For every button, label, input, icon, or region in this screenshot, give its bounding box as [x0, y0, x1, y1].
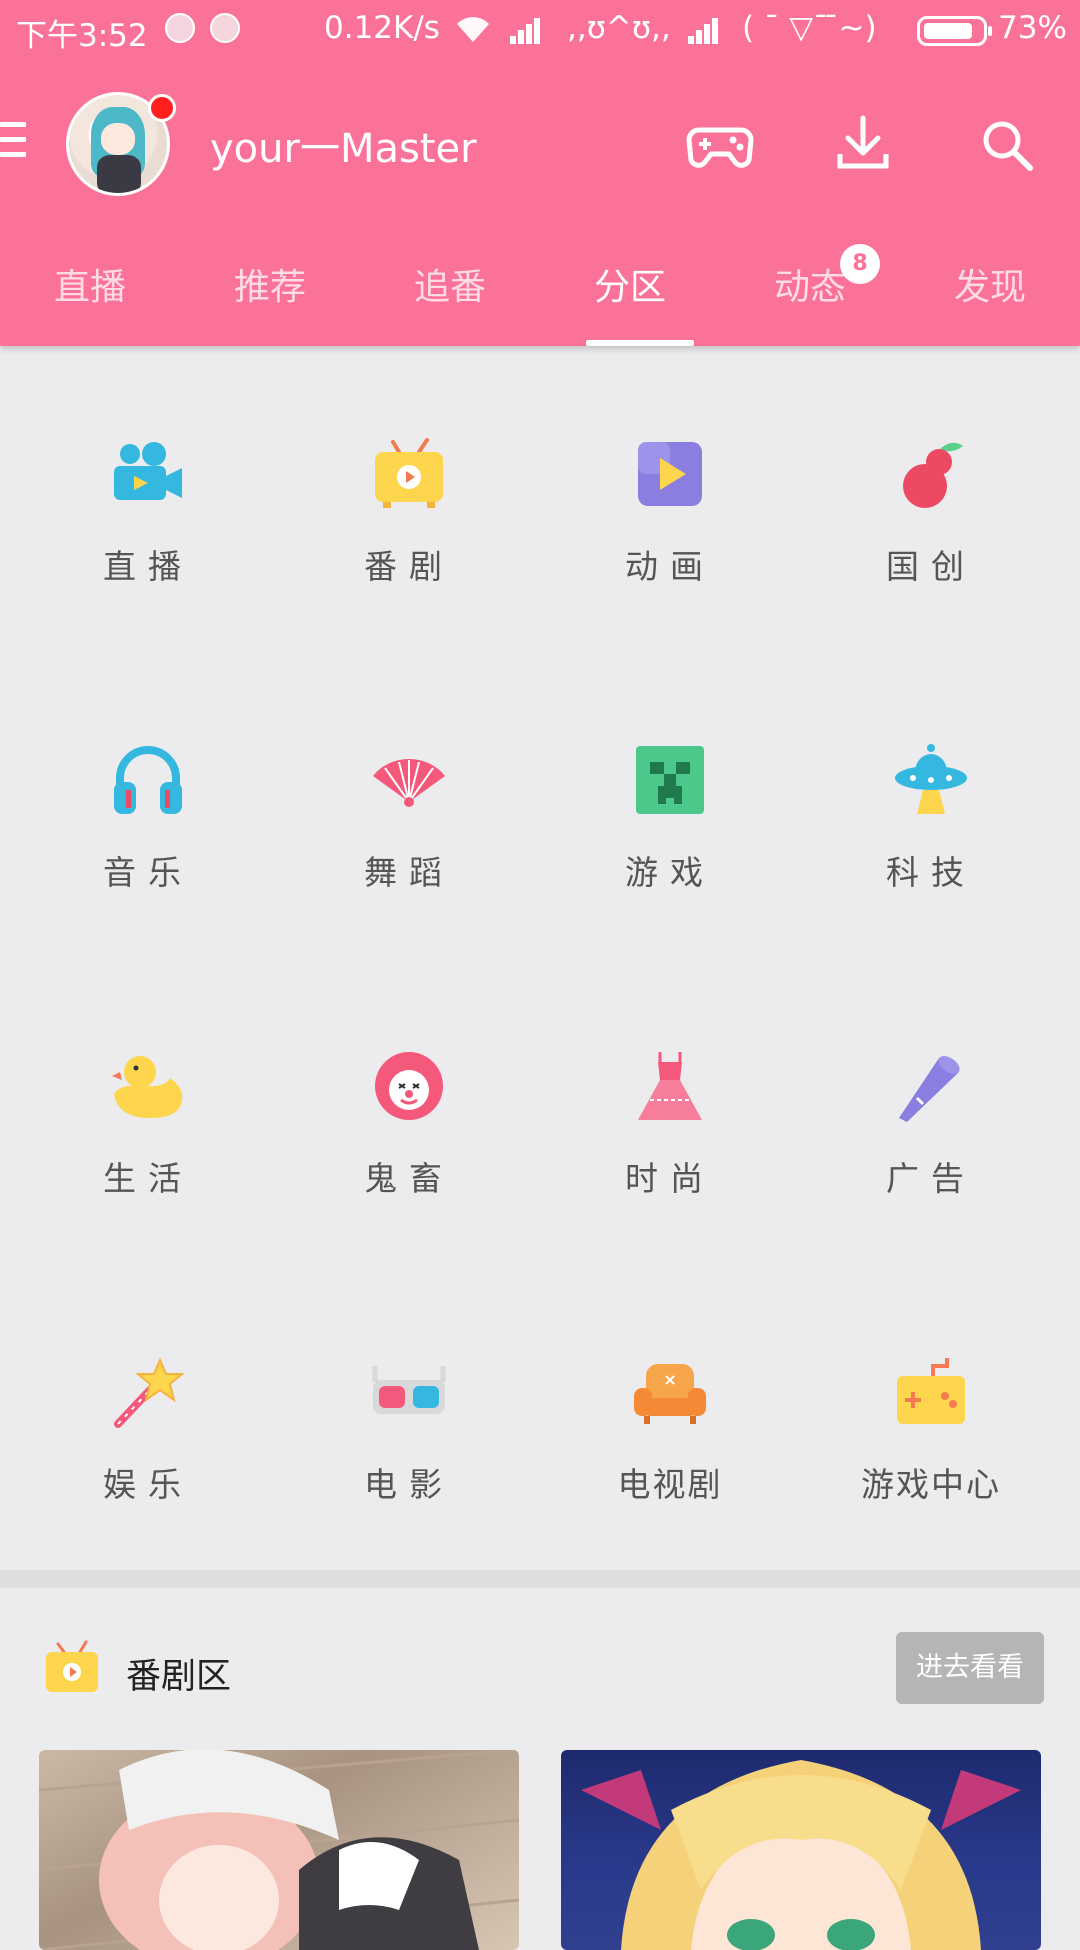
tab-bar: 直播 推荐 追番 分区 动态 8 发现: [0, 230, 1080, 346]
creeper-icon: [636, 746, 704, 814]
signal-icon: [688, 18, 718, 44]
section-header: 番剧区 进去看看: [0, 1588, 1080, 1748]
status-bar: 下午3:52 0.12K/s ,,ʊ^ʊ,, ( ˉ ▽ˉ ̄~) 73%: [0, 0, 1080, 60]
category-label: 动画: [625, 547, 715, 586]
gourd-icon: [903, 442, 963, 508]
category-label: 鬼畜: [364, 1159, 454, 1198]
category-music[interactable]: 音乐: [18, 652, 278, 892]
anime-maid-image: [39, 1750, 519, 1950]
headphones-icon: [114, 746, 182, 814]
video-thumbnail[interactable]: [39, 1750, 519, 1950]
category-animation[interactable]: 动画: [540, 346, 800, 586]
clown-icon: [375, 1052, 443, 1120]
search-icon[interactable]: [972, 110, 1042, 180]
ufo-icon: [895, 744, 967, 814]
tab-recommend[interactable]: 推荐: [180, 230, 360, 346]
category-label: 电视剧: [617, 1465, 723, 1504]
toolbar: your一Master: [0, 60, 1080, 230]
category-label: 时尚: [625, 1159, 715, 1198]
folding-fan-icon: [373, 758, 445, 807]
category-games[interactable]: 游戏: [540, 652, 800, 892]
network-speed: 0.12K/s: [324, 10, 440, 46]
rubber-duck-icon: [112, 1056, 183, 1118]
carrier-kaomoji: ,,ʊ^ʊ,,: [567, 10, 671, 46]
megaphone-icon: [899, 1056, 960, 1122]
notification-app-icon: [210, 13, 240, 43]
notification-dot: [148, 94, 176, 122]
tv-icon: [375, 438, 443, 508]
wifi-icon: [457, 17, 489, 42]
category-label: 直播: [103, 547, 193, 586]
battery-icon: [917, 16, 992, 46]
category-label: 游戏中心: [861, 1465, 1001, 1504]
category-grid: 直播 番剧 动画 国创 音乐 舞蹈 游戏 科技 生活 鬼畜 时尚 广告 娱乐 电…: [0, 346, 1080, 1571]
username[interactable]: your一Master: [210, 116, 477, 174]
category-life[interactable]: 生活: [18, 958, 278, 1198]
category-label: 舞蹈: [364, 853, 454, 892]
category-kichiku[interactable]: 鬼畜: [279, 958, 539, 1198]
anime-girl-image: [581, 1760, 1021, 1950]
category-movies[interactable]: 电影: [279, 1264, 539, 1504]
category-label: 生活: [103, 1159, 193, 1198]
section-title: 番剧区: [126, 1657, 232, 1697]
category-anime-series[interactable]: 番剧: [279, 346, 539, 586]
section-divider: [0, 1570, 1080, 1588]
tab-discover[interactable]: 发现: [900, 230, 1080, 346]
notification-app-icon: [165, 13, 195, 43]
category-fashion[interactable]: 时尚: [540, 958, 800, 1198]
category-guochuang[interactable]: 国创: [801, 346, 1061, 586]
category-label: 游戏: [625, 853, 715, 892]
category-ads[interactable]: 广告: [801, 958, 1061, 1198]
status-time: 下午3:52: [16, 18, 148, 54]
category-live[interactable]: 直播: [18, 346, 278, 586]
gamepad-icon[interactable]: [685, 110, 755, 180]
category-label: 音乐: [103, 853, 193, 892]
game-controller-icon: [897, 1358, 965, 1424]
video-thumbnail[interactable]: [561, 1750, 1041, 1950]
category-dance[interactable]: 舞蹈: [279, 652, 539, 892]
category-game-center[interactable]: 游戏中心: [801, 1264, 1061, 1504]
category-label: 国创: [886, 547, 976, 586]
see-more-button[interactable]: 进去看看: [896, 1632, 1044, 1704]
battery-percent: 73%: [998, 10, 1067, 46]
puzzle-play-icon: [638, 442, 702, 506]
tab-badge: 8: [840, 244, 880, 284]
dress-icon: [638, 1052, 702, 1120]
menu-icon[interactable]: [0, 122, 26, 166]
active-tab-indicator: [586, 340, 694, 346]
tab-live[interactable]: 直播: [0, 230, 180, 346]
category-technology[interactable]: 科技: [801, 652, 1061, 892]
category-label: 科技: [886, 853, 976, 892]
app-header: 下午3:52 0.12K/s ,,ʊ^ʊ,, ( ˉ ▽ˉ ̄~) 73% yo…: [0, 0, 1080, 346]
category-label: 番剧: [364, 547, 454, 586]
video-camera-icon: [114, 442, 182, 500]
category-label: 广告: [886, 1159, 976, 1198]
tv-icon: [46, 1640, 98, 1692]
magic-wand-icon: [114, 1357, 185, 1428]
carrier-kaomoji: ( ˉ ▽ˉ ̄~): [742, 10, 877, 46]
category-entertainment[interactable]: 娱乐: [18, 1264, 278, 1504]
category-label: 电影: [364, 1465, 454, 1504]
sofa-icon: [634, 1364, 706, 1424]
3d-glasses-icon: [372, 1366, 446, 1414]
category-label: 娱乐: [103, 1465, 193, 1504]
tab-dynamics[interactable]: 动态 8: [720, 230, 900, 346]
tab-following-anime[interactable]: 追番: [360, 230, 540, 346]
signal-icon: [510, 18, 540, 44]
download-icon[interactable]: [828, 110, 898, 180]
category-tv-drama[interactable]: 电视剧: [540, 1264, 800, 1504]
tab-categories[interactable]: 分区: [540, 230, 720, 346]
